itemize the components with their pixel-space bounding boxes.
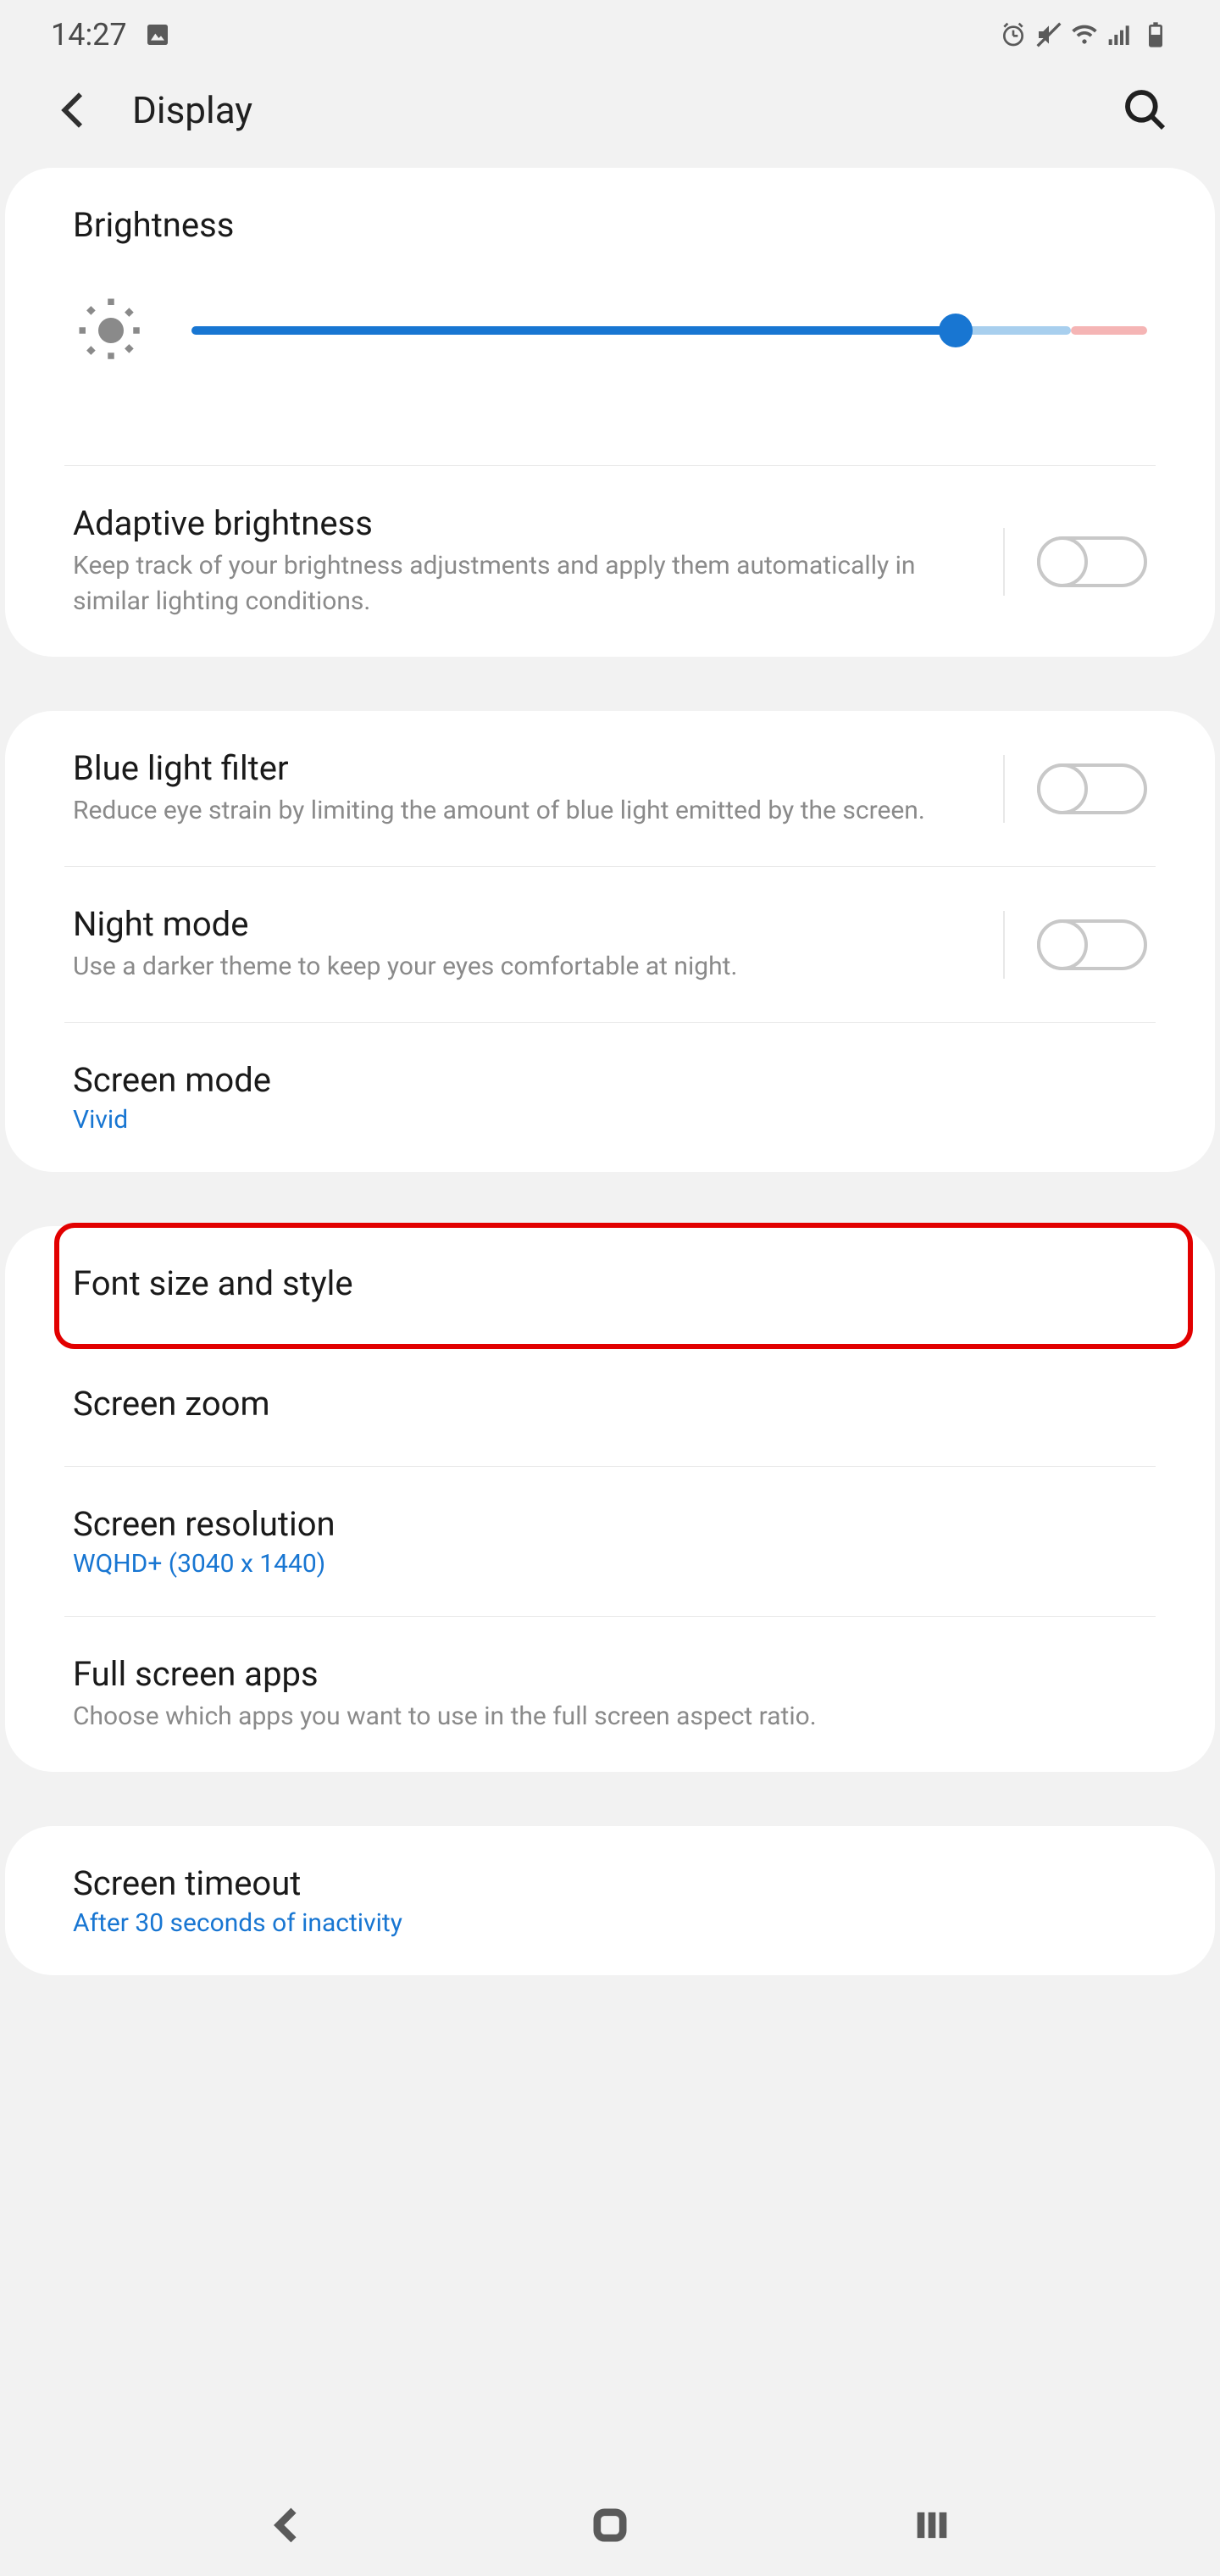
nav-home-button[interactable]	[588, 2503, 632, 2547]
blue-light-sub: Reduce eye strain by limiting the amount…	[73, 793, 978, 829]
brightness-card: Brightness Adaptive brigh	[5, 168, 1215, 657]
mute-icon	[1035, 21, 1062, 48]
blue-light-row[interactable]: Blue light filter Reduce eye strain by l…	[5, 711, 1215, 866]
status-bar: 14:27	[0, 0, 1220, 69]
night-mode-title: Night mode	[73, 904, 978, 944]
adaptive-brightness-row[interactable]: Adaptive brightness Keep track of your b…	[5, 466, 1215, 657]
font-size-row[interactable]: Font size and style	[5, 1226, 1215, 1346]
full-screen-apps-row[interactable]: Full screen apps Choose which apps you w…	[5, 1617, 1215, 1772]
navigation-bar	[0, 2474, 1220, 2576]
signal-icon	[1106, 21, 1134, 48]
alarm-icon	[1000, 21, 1027, 48]
adaptive-brightness-toggle[interactable]	[1037, 536, 1147, 587]
nav-recents-button[interactable]	[910, 2503, 954, 2547]
screen-resolution-row[interactable]: Screen resolution WQHD+ (3040 x 1440)	[5, 1467, 1215, 1616]
display-options-card: Blue light filter Reduce eye strain by l…	[5, 711, 1215, 1172]
screen-resolution-value: WQHD+ (3040 x 1440)	[73, 1549, 1147, 1579]
screen-timeout-value: After 30 seconds of inactivity	[73, 1908, 1147, 1938]
back-button[interactable]	[51, 86, 98, 134]
blue-light-toggle[interactable]	[1037, 763, 1147, 814]
brightness-title: Brightness	[73, 205, 1147, 245]
page-title: Display	[132, 88, 252, 132]
full-screen-apps-sub: Choose which apps you want to use in the…	[73, 1699, 1147, 1735]
adaptive-brightness-title: Adaptive brightness	[73, 503, 978, 543]
brightness-section: Brightness	[5, 168, 1215, 465]
night-mode-sub: Use a darker theme to keep your eyes com…	[73, 949, 978, 985]
adaptive-brightness-sub: Keep track of your brightness adjustment…	[73, 548, 978, 619]
screen-mode-title: Screen mode	[73, 1060, 1147, 1100]
battery-icon	[1142, 21, 1169, 48]
screen-zoom-title: Screen zoom	[73, 1384, 1147, 1424]
screen-timeout-card: Screen timeout After 30 seconds of inact…	[5, 1826, 1215, 1975]
brightness-icon	[73, 292, 149, 369]
app-header: Display	[0, 69, 1220, 168]
blue-light-title: Blue light filter	[73, 748, 978, 788]
night-mode-toggle[interactable]	[1037, 919, 1147, 970]
screen-zoom-row[interactable]: Screen zoom	[5, 1346, 1215, 1466]
full-screen-apps-title: Full screen apps	[73, 1654, 1147, 1694]
brightness-slider-thumb[interactable]	[939, 314, 973, 347]
font-size-title: Font size and style	[73, 1263, 1147, 1303]
display-layout-card: Font size and style Screen zoom Screen r…	[5, 1226, 1215, 1772]
screen-mode-row[interactable]: Screen mode Vivid	[5, 1023, 1215, 1172]
status-time: 14:27	[51, 17, 127, 53]
nav-back-button[interactable]	[266, 2503, 310, 2547]
search-button[interactable]	[1122, 86, 1169, 134]
image-icon	[144, 21, 171, 48]
screen-timeout-row[interactable]: Screen timeout After 30 seconds of inact…	[5, 1826, 1215, 1975]
brightness-slider[interactable]	[191, 326, 1147, 335]
screen-timeout-title: Screen timeout	[73, 1863, 1147, 1903]
wifi-icon	[1071, 21, 1098, 48]
screen-mode-value: Vivid	[73, 1105, 1147, 1135]
night-mode-row[interactable]: Night mode Use a darker theme to keep yo…	[5, 867, 1215, 1022]
screen-resolution-title: Screen resolution	[73, 1504, 1147, 1544]
